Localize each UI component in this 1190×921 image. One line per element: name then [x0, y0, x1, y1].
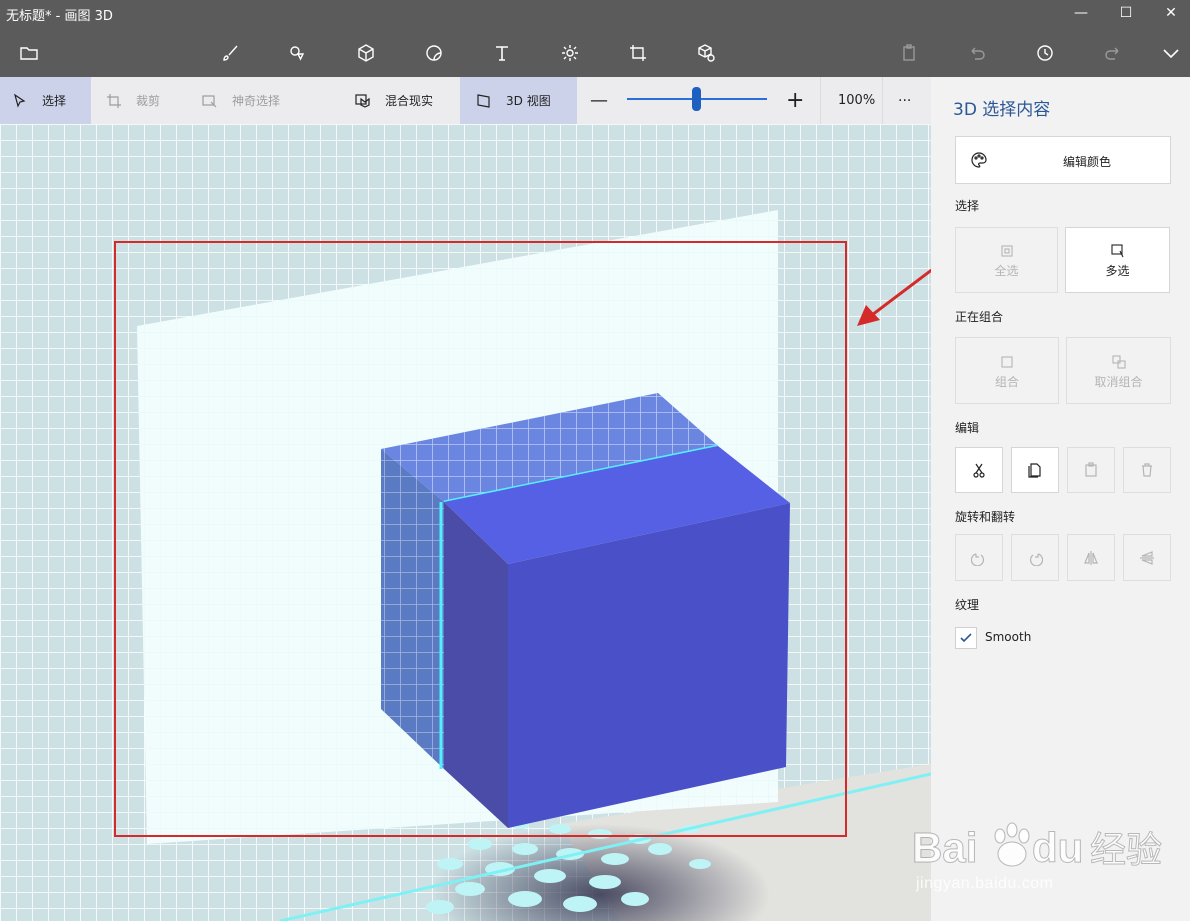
- divider: [882, 77, 883, 124]
- zoom-in-button[interactable]: +: [786, 77, 804, 124]
- title-bar: 无标题* - 画图 3D — ☐ ✕: [0, 0, 1190, 77]
- mixed-reality-icon: [355, 93, 370, 108]
- checkmark-icon: [960, 633, 972, 643]
- texture-section-label: 纹理: [955, 598, 980, 612]
- zoom-slider-thumb[interactable]: [692, 87, 701, 111]
- select-section-label: 选择: [955, 199, 980, 213]
- select-label: 选择: [42, 94, 67, 108]
- select-all-button[interactable]: 全选: [955, 227, 1058, 293]
- multi-select-label: 多选: [1105, 264, 1130, 278]
- multi-select-button[interactable]: 多选: [1065, 227, 1170, 293]
- rotate-right-button[interactable]: [1011, 534, 1059, 581]
- palette-icon: [971, 152, 987, 168]
- rotate-left-icon: [971, 552, 985, 566]
- history-icon[interactable]: [1032, 40, 1058, 66]
- sub-toolbar: 选择 裁剪 神奇选择 混合现实 3D 视图 — + 100% ···: [0, 77, 931, 124]
- flip-vertical-button[interactable]: [1123, 534, 1171, 581]
- crop-label: 裁剪: [136, 94, 161, 108]
- open-icon[interactable]: [16, 40, 42, 66]
- canvas-area[interactable]: [0, 124, 931, 921]
- 3d-scene[interactable]: [0, 124, 931, 921]
- trash-icon: [1142, 463, 1152, 477]
- grouping-section-label: 正在组合: [955, 310, 1004, 324]
- smooth-label: Smooth: [985, 630, 1032, 644]
- multi-select-icon: [1110, 244, 1123, 258]
- 3d-library-icon[interactable]: [693, 40, 719, 66]
- magic-select-icon: [202, 94, 217, 107]
- selection-panel: 3D 选择内容 编辑颜色 选择 全选 多选 正在组合 组合 取消组合 编辑 旋转…: [931, 77, 1190, 921]
- rotate-right-icon: [1029, 552, 1043, 566]
- scissors-icon: [973, 463, 985, 478]
- select-all-label: 全选: [994, 264, 1019, 278]
- rotate-section-label: 旋转和翻转: [955, 510, 1016, 524]
- delete-button[interactable]: [1123, 447, 1171, 493]
- zoom-out-button[interactable]: —: [590, 77, 608, 124]
- brush-icon[interactable]: [218, 40, 244, 66]
- mixed-reality-label: 混合现实: [385, 94, 434, 108]
- ungroup-label: 取消组合: [1094, 374, 1143, 389]
- ungroup-icon: [1111, 354, 1126, 369]
- paste-icon[interactable]: [896, 40, 922, 66]
- 3d-shapes-icon[interactable]: [353, 40, 379, 66]
- divider: [820, 77, 821, 124]
- minimize-button[interactable]: —: [1058, 0, 1104, 26]
- magic-select-button[interactable]: 神奇选择: [202, 77, 280, 124]
- flip-vertical-icon: [1140, 550, 1154, 565]
- canvas-icon[interactable]: [625, 40, 651, 66]
- undo-icon[interactable]: [964, 40, 990, 66]
- magic-select-label: 神奇选择: [232, 94, 281, 108]
- flip-horizontal-icon: [1084, 550, 1098, 565]
- effects-icon[interactable]: [557, 40, 583, 66]
- group-icon: [1001, 355, 1013, 368]
- close-button[interactable]: ✕: [1148, 0, 1190, 26]
- paste-icon: [1085, 462, 1097, 477]
- 3d-view-label: 3D 视图: [506, 94, 551, 108]
- copy-icon: [1028, 463, 1041, 478]
- maximize-button[interactable]: ☐: [1103, 0, 1149, 26]
- edit-color-label: 编辑颜色: [1063, 155, 1112, 169]
- crop-button[interactable]: 裁剪: [106, 77, 160, 124]
- expand-icon[interactable]: [1158, 40, 1184, 66]
- stickers-icon[interactable]: [421, 40, 447, 66]
- edit-section-label: 编辑: [955, 421, 980, 435]
- select-all-icon: [1000, 245, 1013, 257]
- mixed-reality-button[interactable]: 混合现实: [355, 77, 433, 124]
- copy-button[interactable]: [1011, 447, 1059, 493]
- 2d-shapes-icon[interactable]: [285, 40, 311, 66]
- window-title: 无标题* - 画图 3D: [6, 9, 113, 24]
- crop-icon: [107, 93, 121, 108]
- redo-icon[interactable]: [1100, 40, 1126, 66]
- select-button[interactable]: 选择: [0, 77, 91, 124]
- 3d-view-button[interactable]: 3D 视图: [460, 77, 577, 124]
- cut-button[interactable]: [955, 447, 1003, 493]
- 3d-view-icon: [477, 93, 490, 108]
- group-button[interactable]: 组合: [955, 337, 1059, 404]
- flip-horizontal-button[interactable]: [1067, 534, 1115, 581]
- zoom-level[interactable]: 100%: [838, 77, 875, 124]
- panel-title: 3D 选择内容: [953, 100, 1051, 120]
- cursor-icon: [13, 93, 26, 108]
- smooth-checkbox[interactable]: [955, 627, 977, 649]
- ungroup-button[interactable]: 取消组合: [1066, 337, 1171, 404]
- group-label: 组合: [994, 374, 1019, 389]
- text-icon[interactable]: [489, 40, 515, 66]
- more-button[interactable]: ···: [898, 77, 911, 124]
- paste-button[interactable]: [1067, 447, 1115, 493]
- rotate-left-button[interactable]: [955, 534, 1003, 581]
- edit-color-button[interactable]: 编辑颜色: [955, 136, 1171, 184]
